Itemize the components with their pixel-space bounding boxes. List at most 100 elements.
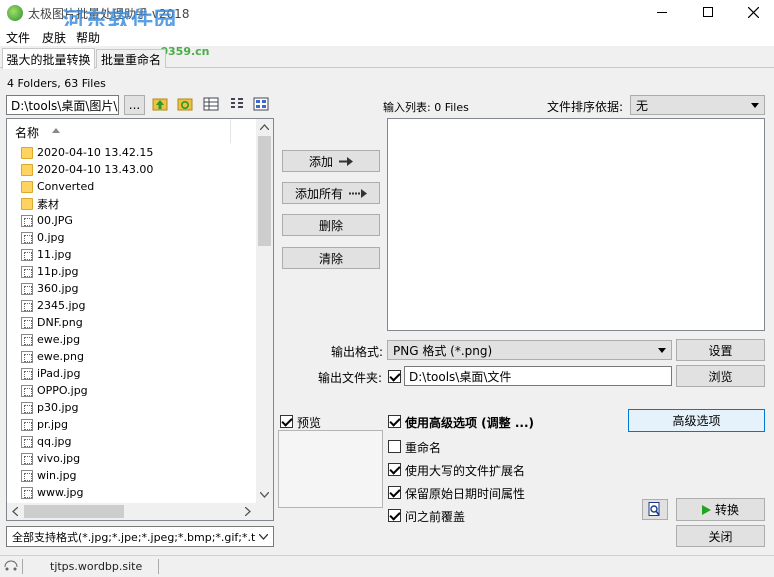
output-folder-label: 输出文件夹: [318, 371, 383, 385]
maximize-button[interactable] [686, 0, 731, 26]
file-list-item[interactable]: win.jpg [21, 467, 77, 484]
preview-checkbox[interactable] [280, 415, 293, 428]
file-list-item[interactable]: www.jpg [21, 484, 84, 501]
sort-select[interactable]: 无 [630, 95, 765, 115]
menu-file[interactable]: 文件 [6, 29, 30, 46]
file-name: 素材 [37, 197, 59, 211]
file-list-item[interactable]: iPad.jpg [21, 365, 80, 382]
advanced-options-label: 使用高级选项 (调整 ...) [405, 416, 535, 430]
convert-button[interactable]: 转换 [676, 498, 765, 521]
file-list-item[interactable]: 素材 [21, 195, 59, 212]
tab-batch-rename[interactable]: 批量重命名 [96, 49, 166, 68]
file-list-item[interactable]: ewe.png [21, 348, 84, 365]
file-list-item[interactable]: p30.jpg [21, 399, 79, 416]
file-name: iPad.jpg [37, 367, 81, 380]
folder-up-icon[interactable] [152, 96, 168, 112]
vertical-scroll-thumb[interactable] [258, 136, 271, 246]
file-list-item[interactable]: 2345.jpg [21, 297, 86, 314]
uppercase-ext-label: 使用大写的文件扩展名 [405, 464, 526, 478]
magnifier-icon [648, 502, 660, 516]
file-list-item[interactable]: 11p.jpg [21, 263, 79, 280]
file-name: 360.jpg [37, 282, 79, 295]
file-filter-select[interactable]: 全部支持格式(*.jpg;*.jpe;*.jpeg;*.bmp;*.gif;*.… [6, 526, 274, 547]
tab-bar: 强大的批量转换 批量重命名 [0, 46, 774, 69]
horizontal-scrollbar[interactable] [7, 503, 256, 520]
tab-batch-convert[interactable]: 强大的批量转换 [2, 48, 95, 69]
rename-label: 重命名 [405, 441, 442, 455]
overwrite-checkbox[interactable] [388, 509, 401, 522]
image-file-icon [21, 214, 33, 227]
arrow-right-icon [339, 156, 353, 166]
settings-button[interactable]: 设置 [676, 339, 765, 361]
folder-icon [21, 180, 33, 193]
browse-path-button[interactable]: ... [124, 95, 145, 115]
app-icon [7, 5, 23, 21]
file-list-item[interactable]: OPPO.jpg [21, 382, 88, 399]
file-name: OPPO.jpg [37, 384, 88, 397]
image-file-icon [21, 401, 33, 414]
file-list-panel[interactable]: 名称 2020-04-10 13.42.15 2020-04-10 13.43.0… [6, 118, 274, 521]
file-list-item[interactable]: 0.jpg [21, 229, 65, 246]
file-list-item[interactable]: 2020-04-10 13.42.15 [21, 144, 153, 161]
file-name: www.jpg [37, 486, 84, 499]
close-button[interactable]: 关闭 [676, 525, 765, 547]
menu-help[interactable]: 帮助 [76, 29, 100, 46]
file-name: 00.JPG [37, 214, 73, 227]
status-handle-icon [4, 560, 18, 571]
output-format-select[interactable]: PNG 格式 (*.png) [387, 340, 672, 360]
scroll-left-icon[interactable] [12, 507, 18, 516]
file-list-item[interactable]: DNF.png [21, 314, 83, 331]
scroll-right-icon[interactable] [245, 507, 251, 516]
file-list-item[interactable]: ewe.jpg [21, 331, 80, 348]
file-name: ewe.png [37, 350, 84, 363]
image-file-icon [21, 265, 33, 278]
file-list-item[interactable]: 00.JPG [21, 212, 73, 229]
minimize-button[interactable] [640, 0, 685, 26]
file-list-item[interactable]: qq.jpg [21, 433, 71, 450]
file-list-item[interactable]: 11.jpg [21, 246, 72, 263]
keep-date-label: 保留原始日期时间属性 [405, 487, 526, 501]
sort-dropdown-icon [751, 103, 759, 108]
output-folder-checkbox[interactable] [388, 370, 401, 383]
file-name: vivo.jpg [37, 452, 81, 465]
status-divider [22, 559, 23, 574]
file-list-item[interactable]: 360.jpg [21, 280, 79, 297]
status-bar: tjtps.wordbp.site [0, 555, 774, 577]
scroll-up-icon[interactable] [260, 124, 269, 130]
double-arrow-right-icon [349, 188, 367, 198]
clear-button[interactable]: 清除 [282, 247, 380, 269]
vertical-scrollbar[interactable] [256, 119, 273, 503]
menu-skin[interactable]: 皮肤 [42, 29, 66, 46]
file-list-item[interactable]: 2020-04-10 13.43.00 [21, 161, 153, 178]
output-folder-field[interactable]: D:\tools\桌面\文件 [404, 366, 672, 386]
advanced-options-button[interactable]: 高级选项 [628, 409, 765, 432]
view-details-icon[interactable] [203, 96, 219, 112]
file-list-item[interactable]: Converted [21, 178, 94, 195]
keep-date-checkbox[interactable] [388, 486, 401, 499]
list-header[interactable]: 名称 [7, 119, 231, 143]
browse-output-button[interactable]: 浏览 [676, 365, 765, 387]
advanced-options-checkbox[interactable] [388, 415, 401, 428]
view-list-icon[interactable] [229, 96, 245, 112]
sort-value: 无 [636, 98, 649, 113]
image-file-icon [21, 384, 33, 397]
path-field[interactable]: D:\tools\桌面\图片\ [6, 95, 119, 115]
file-list-item[interactable]: vivo.jpg [21, 450, 80, 467]
input-list-box[interactable] [387, 118, 765, 331]
uppercase-ext-checkbox[interactable] [388, 463, 401, 476]
rename-checkbox[interactable] [388, 440, 401, 453]
preview-zoom-button[interactable] [642, 499, 668, 520]
refresh-folder-icon[interactable] [177, 96, 193, 112]
close-window-button[interactable] [731, 0, 774, 26]
add-button[interactable]: 添加 [282, 150, 380, 172]
file-list-item[interactable]: pr.jpg [21, 416, 68, 433]
delete-button[interactable]: 删除 [282, 214, 380, 236]
file-name: p30.jpg [37, 401, 79, 414]
view-thumbnails-icon[interactable] [253, 96, 269, 112]
add-all-button[interactable]: 添加所有 [282, 182, 380, 204]
scroll-down-icon[interactable] [260, 492, 269, 498]
horizontal-scroll-thumb[interactable] [24, 505, 124, 518]
output-format-dropdown-icon [658, 348, 666, 353]
image-file-icon [21, 367, 33, 380]
image-file-icon [21, 316, 33, 329]
